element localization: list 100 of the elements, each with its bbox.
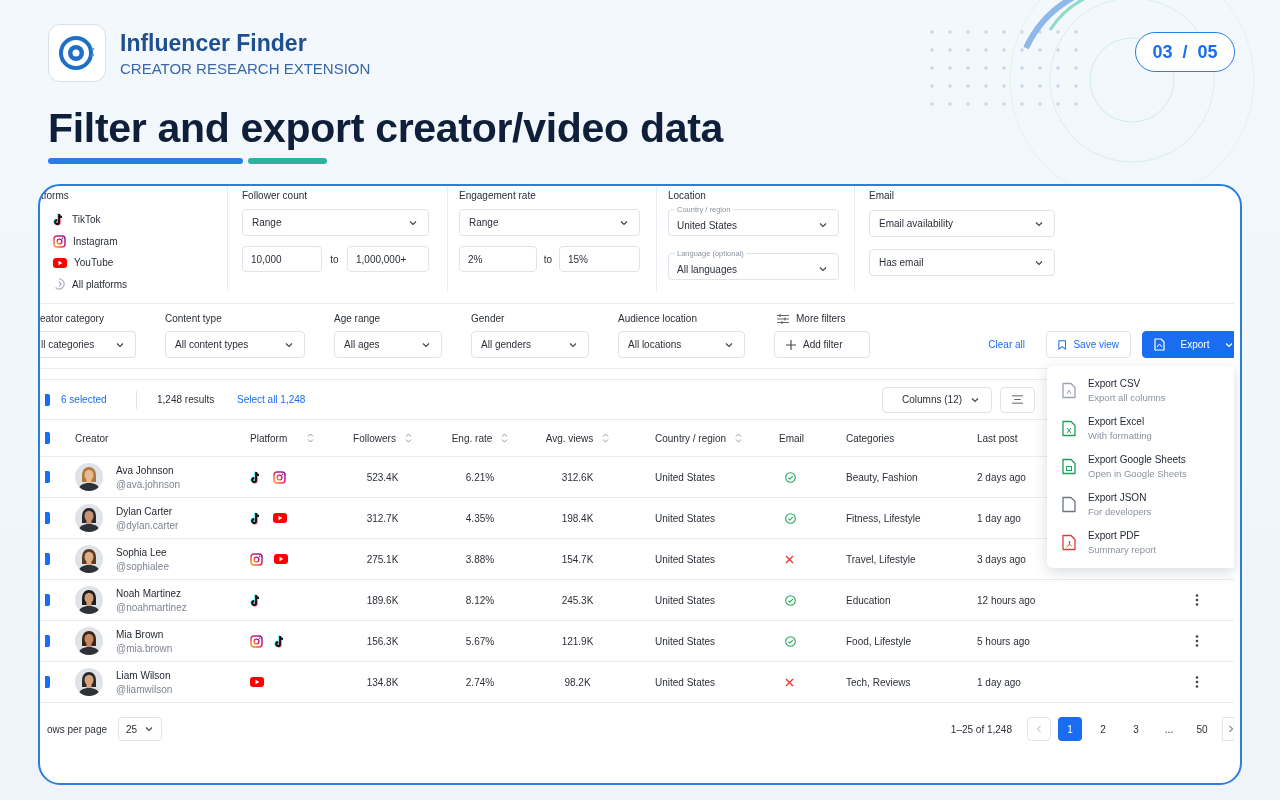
chevron-icon xyxy=(818,220,828,230)
page-button[interactable]: 3 xyxy=(1124,717,1148,741)
range-separator: to xyxy=(542,253,554,265)
filter-label: Content type xyxy=(165,313,223,324)
next-page-icon xyxy=(1222,717,1234,741)
document-icon xyxy=(1062,381,1076,399)
follower-count: 134.8K xyxy=(366,676,399,688)
email-select[interactable]: Has email xyxy=(869,249,1055,276)
rows-per-page-select[interactable]: 25 xyxy=(118,717,163,741)
column-header[interactable]: Eng. rate xyxy=(451,432,493,444)
creator-name: Mia Brown xyxy=(116,628,165,640)
creator-name: Dylan Carter xyxy=(116,505,174,517)
row-checkbox[interactable] xyxy=(45,471,50,483)
row-checkbox[interactable] xyxy=(45,676,50,688)
sliders-icon xyxy=(777,313,789,324)
average-views: 198.4K xyxy=(561,512,594,524)
spreadsheet-icon xyxy=(1062,457,1076,475)
page-button[interactable]: 50 xyxy=(1190,717,1214,741)
categories: Education xyxy=(846,594,891,606)
page-button[interactable]: 2 xyxy=(1091,717,1115,741)
input-field[interactable]: 10,000 xyxy=(242,246,322,272)
filter-label: Location xyxy=(668,190,707,201)
email-select[interactable]: Email availability xyxy=(869,210,1055,237)
app-name: Influencer Finder xyxy=(120,29,308,57)
column-header[interactable]: Categories xyxy=(846,432,895,444)
column-header[interactable]: Followers xyxy=(353,432,396,444)
lines-icon xyxy=(1012,395,1023,404)
country: United States xyxy=(655,635,716,647)
platform-option[interactable]: YouTube xyxy=(41,252,227,274)
engagement-rate: 6.21% xyxy=(465,471,495,483)
column-header[interactable]: Last post xyxy=(977,432,1018,444)
platform-option[interactable]: All platforms xyxy=(41,273,227,295)
more-icon[interactable] xyxy=(1195,635,1199,647)
column-header[interactable]: Platform xyxy=(250,432,288,444)
column-header[interactable]: Creator xyxy=(75,432,109,444)
range-select[interactable]: Range xyxy=(242,209,429,236)
follower-count: 275.1K xyxy=(366,553,399,565)
filter-select[interactable]: All ages xyxy=(334,331,442,358)
input-field[interactable]: 15% xyxy=(559,246,640,272)
more-icon[interactable] xyxy=(1195,676,1199,688)
page-button[interactable]: 1 xyxy=(1058,717,1082,741)
export-button[interactable]: Export xyxy=(1142,331,1234,358)
previous-page-icon xyxy=(1027,717,1051,741)
creator-handle: @dylan.carter xyxy=(116,519,179,531)
app-subtitle: CREATOR RESEARCH EXTENSION xyxy=(120,59,371,77)
input-field[interactable]: 2% xyxy=(459,246,537,272)
column-header[interactable]: Avg. views xyxy=(545,432,594,444)
add-filter-button[interactable]: Add filter xyxy=(774,331,870,358)
export-option[interactable]: Export JSON For developers xyxy=(1047,485,1234,523)
row-checkbox[interactable] xyxy=(45,512,50,524)
more-icon[interactable] xyxy=(1195,594,1199,606)
last-post: 12 hours ago xyxy=(977,594,1036,606)
last-post: 1 day ago xyxy=(977,676,1021,688)
row-checkbox[interactable] xyxy=(45,553,50,565)
density-button[interactable] xyxy=(1000,386,1035,413)
country: United States xyxy=(655,676,716,688)
select-checkbox[interactable] xyxy=(45,393,50,406)
platforms-icon xyxy=(53,278,65,291)
header-checkbox[interactable] xyxy=(45,432,50,444)
export-option[interactable]: Export CSV Export all columns xyxy=(1047,371,1234,409)
export-option[interactable]: Export Google Sheets Open in Google Sheets xyxy=(1047,447,1234,485)
filter-label: Follower count xyxy=(242,190,309,201)
save-view-button[interactable]: Save view xyxy=(1046,331,1131,358)
row-checkbox[interactable] xyxy=(45,594,50,606)
country: United States xyxy=(655,471,716,483)
filter-select[interactable]: ll categories xyxy=(40,331,136,358)
filter-label: eator category xyxy=(40,313,105,324)
last-post: 2 days ago xyxy=(977,471,1026,483)
input-field[interactable]: 1,000,000+ xyxy=(347,246,429,272)
instagram-icon xyxy=(53,234,66,248)
document-icon xyxy=(1154,338,1165,351)
bookmark-icon xyxy=(1058,338,1067,351)
plus-icon xyxy=(786,339,796,350)
export-option[interactable]: Export PDF Summary report xyxy=(1047,523,1234,561)
filter-select[interactable]: All genders xyxy=(471,331,589,358)
page-button[interactable]: ... xyxy=(1157,717,1181,741)
filter-select[interactable]: All locations xyxy=(618,331,745,358)
engagement-rate: 2.74% xyxy=(465,676,495,688)
page-range: 1–25 of 1,248 xyxy=(950,723,1012,735)
range-select[interactable]: Range xyxy=(459,209,640,236)
row-checkbox[interactable] xyxy=(45,635,50,647)
chevron-icon xyxy=(818,264,828,274)
column-header[interactable]: Country / region xyxy=(655,432,727,444)
creator-handle: @liamwilson xyxy=(116,683,173,695)
average-views: 98.2K xyxy=(564,676,591,688)
platform-option[interactable]: TikTok xyxy=(41,209,227,231)
last-post: 1 day ago xyxy=(977,512,1021,524)
average-views: 121.9K xyxy=(561,635,594,647)
clear-all-link[interactable]: Clear all xyxy=(988,331,1025,358)
engagement-rate: 5.67% xyxy=(465,635,495,647)
filter-select[interactable]: All content types xyxy=(165,331,305,358)
column-header[interactable]: Email xyxy=(779,432,804,444)
average-views: 245.3K xyxy=(561,594,594,606)
target-icon xyxy=(57,33,97,73)
columns-button[interactable]: Columns (12) xyxy=(882,386,992,413)
platform-option[interactable]: Instagram xyxy=(41,230,227,252)
select-all-link[interactable]: Select all 1,248 xyxy=(237,394,306,405)
categories: Tech, Reviews xyxy=(846,676,911,688)
filter-label: Age range xyxy=(334,313,382,324)
export-option[interactable]: Export Excel With formatting xyxy=(1047,409,1234,447)
